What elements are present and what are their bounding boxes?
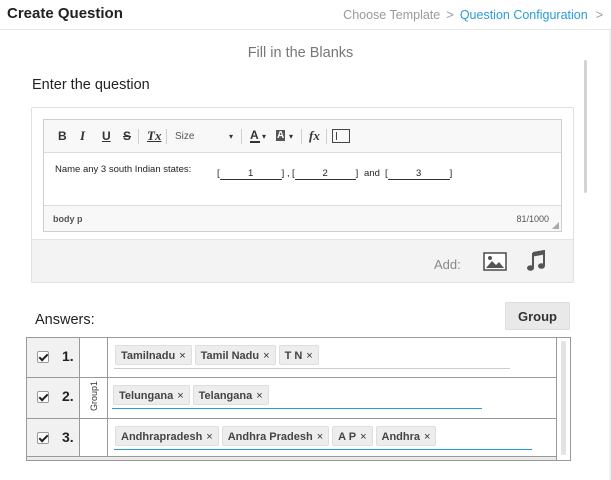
breadcrumb-question-configuration[interactable]: Question Configuration [460,8,588,22]
font-size-select[interactable]: Size [175,131,194,142]
question-label: Enter the question [32,77,150,93]
question-panel: B I U S Tx Size ▾ A ▾ A ▾ fx Name any 3 … [31,107,574,283]
answer-row-2: 2. Telungana × Telangana × [27,378,556,418]
strikethrough-button[interactable]: S [123,129,131,143]
breadcrumb-choose-template[interactable]: Choose Template [343,8,440,22]
element-path: body p [53,214,83,224]
remove-tag-icon[interactable]: × [424,431,430,443]
blank-3[interactable]: [3] [385,168,452,180]
text-color-icon: A [250,128,259,142]
answer-tag: Telungana × [113,385,190,405]
tag-input-underline [114,368,510,369]
answer-tag: Andhra × [375,426,437,446]
formula-button[interactable]: fx [309,128,320,144]
question-type-title: Fill in the Blanks [247,45,354,61]
answer-tags[interactable]: Andhrapradesh × Andhra Pradesh × A P × Andhra × [115,426,439,448]
answer-number: 1. [62,348,74,364]
answer-tag: A P × [332,426,373,446]
background-color-icon: A [277,130,285,141]
page-title: Create Question [7,5,123,22]
answer-number: 3. [62,429,74,445]
answers-scrollbar[interactable] [556,338,570,460]
answer-checkbox[interactable] [37,391,49,403]
remove-format-button[interactable]: Tx [147,128,161,144]
answer-tag: Tamil Nadu × [194,345,276,365]
page-header: Create Question Choose Template > Question… [0,0,611,30]
answer-row-3: 3. Andhrapradesh × Andhra Pradesh × A P × Andh… [27,419,556,459]
answers-label: Answers: [35,312,95,328]
answer-checkbox[interactable] [37,432,49,444]
remove-tag-icon[interactable]: × [179,350,185,362]
answer-checkbox[interactable] [37,351,49,363]
background-color-button[interactable]: A [276,130,286,141]
toolbar-divider [138,129,139,144]
answer-row-1: 1. Tamilnadu × Tamil Nadu × T N × [27,338,556,378]
page-scrollbar[interactable] [584,60,587,193]
table-bottom-strip [27,456,570,460]
answers-table: Group1 1. Tamilnadu × Tamil Nadu × T N × 2. T… [26,337,571,461]
add-label: Add: [434,257,461,272]
italic-button[interactable]: I [80,128,85,144]
blank-1[interactable]: [1] [217,168,284,180]
remove-tag-icon[interactable]: × [306,350,312,362]
blank-2[interactable]: [2] [292,168,358,180]
editor-status-bar: body p 81/1000 [44,205,561,231]
answer-tag: T N × [278,345,319,365]
image-icon[interactable] [483,252,507,271]
answer-tags[interactable]: Telungana × Telangana × [113,385,272,407]
chevron-right-icon: > [595,8,603,22]
answer-tags[interactable]: Tamilnadu × Tamil Nadu × T N × [115,345,322,367]
conjunction-text: and [364,168,380,179]
chevron-down-icon[interactable]: ▾ [289,132,293,141]
breadcrumb: Choose Template > Question Configuration > [343,7,603,22]
rich-text-editor[interactable]: B I U S Tx Size ▾ A ▾ A ▾ fx Name any 3 … [43,119,562,232]
add-media-bar: Add: [32,239,573,282]
music-note-icon[interactable] [526,250,546,272]
insert-blank-icon[interactable] [332,129,350,143]
answer-tag: Andhrapradesh × [115,426,219,446]
editor-toolbar: B I U S Tx Size ▾ A ▾ A ▾ fx [44,120,561,153]
remove-tag-icon[interactable]: × [263,350,269,362]
toolbar-divider [241,129,242,144]
scrollbar-thumb[interactable] [561,341,566,455]
remove-tag-icon[interactable]: × [256,390,262,402]
bold-button[interactable]: B [58,129,67,143]
chevron-down-icon[interactable]: ▾ [229,132,233,141]
toolbar-divider [326,129,327,144]
blank-separator: , [287,168,290,179]
remove-tag-icon[interactable]: × [177,390,183,402]
tag-input-underline [112,408,482,409]
tag-input-underline [114,449,532,450]
remove-tag-icon[interactable]: × [360,431,366,443]
resize-handle-icon[interactable] [552,222,559,229]
answer-tag: Telangana × [192,385,269,405]
remove-tag-icon[interactable]: × [206,431,212,443]
answer-tag: Tamilnadu × [115,345,192,365]
answer-number: 2. [62,388,74,404]
remove-tag-icon[interactable]: × [317,431,323,443]
toolbar-divider [166,129,167,144]
editor-content[interactable]: Name any 3 south Indian states: [1] , [2… [55,164,555,194]
answer-tag: Andhra Pradesh × [221,426,330,446]
chevron-down-icon[interactable]: ▾ [262,132,266,141]
underline-button[interactable]: U [102,129,111,143]
question-text: Name any 3 south Indian states: [55,164,192,175]
group-button[interactable]: Group [505,302,570,330]
text-color-button[interactable]: A [250,128,260,143]
char-count: 81/1000 [516,214,549,224]
chevron-right-icon: > [446,7,454,22]
toolbar-divider [301,129,302,144]
